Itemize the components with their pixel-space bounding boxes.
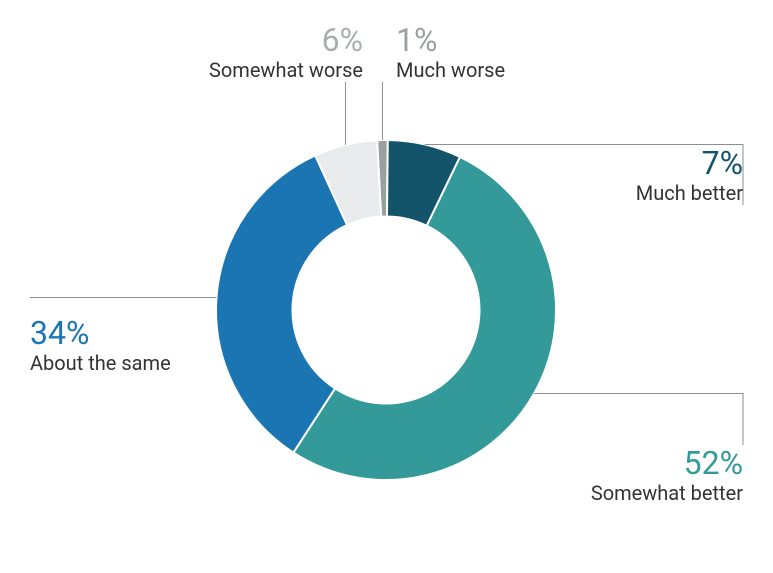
somewhat-worse-pct: 6%: [209, 22, 363, 59]
much-better-pct: 7%: [636, 145, 743, 182]
much-better-text: Much better: [636, 182, 743, 205]
somewhat-better-pct: 52%: [591, 445, 743, 482]
donut-chart-container: 1% Much worse 6% Somewhat worse 7% Much …: [0, 0, 773, 573]
about-the-same-text: About the same: [30, 352, 171, 375]
much-worse-text: Much worse: [396, 59, 505, 82]
label-somewhat-worse: 6% Somewhat worse: [209, 22, 363, 82]
label-much-worse: 1% Much worse: [396, 22, 505, 82]
much-worse-pct: 1%: [396, 22, 505, 59]
somewhat-better-text: Somewhat better: [591, 482, 743, 505]
label-somewhat-better: 52% Somewhat better: [591, 445, 743, 505]
about-the-same-pct: 34%: [30, 315, 171, 352]
somewhat-worse-text: Somewhat worse: [209, 59, 363, 82]
label-about-the-same: 34% About the same: [30, 315, 171, 375]
label-much-better: 7% Much better: [636, 145, 743, 205]
